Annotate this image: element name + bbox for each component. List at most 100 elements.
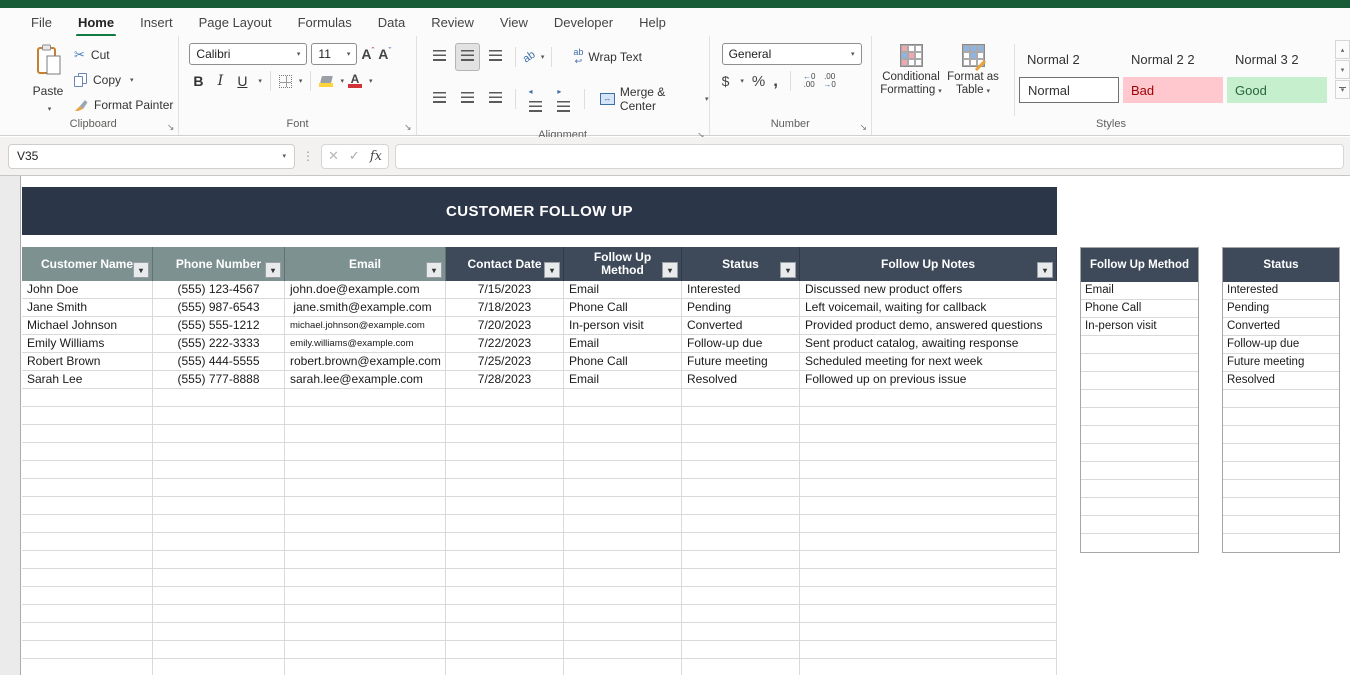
insert-function-button[interactable]: fx bbox=[370, 149, 382, 164]
font-dialog-launcher[interactable]: ↘ bbox=[404, 123, 412, 132]
cell[interactable]: In-person visit bbox=[564, 317, 682, 335]
lookup-method-header[interactable]: Follow Up Method bbox=[1081, 248, 1198, 282]
cell[interactable]: Followed up on previous issue bbox=[800, 371, 1057, 389]
cell[interactable]: (555) 555-1212 bbox=[153, 317, 285, 335]
lookup-row[interactable]: Resolved bbox=[1223, 372, 1339, 390]
increase-decimal-button[interactable]: ←0.00 bbox=[803, 73, 815, 89]
lookup-row[interactable]: Converted bbox=[1223, 318, 1339, 336]
lookup-row[interactable] bbox=[1223, 444, 1339, 462]
number-format-select[interactable]: General ▾ bbox=[721, 43, 862, 65]
cell[interactable]: (555) 777-8888 bbox=[153, 371, 285, 389]
lookup-row[interactable]: Interested bbox=[1223, 282, 1339, 300]
underline-button[interactable]: U bbox=[233, 73, 251, 89]
percent-button[interactable]: % bbox=[752, 73, 765, 90]
font-size-select[interactable]: 11 ▾ bbox=[311, 43, 358, 65]
tab-review[interactable]: Review bbox=[420, 10, 485, 35]
cell[interactable]: Michael Johnson bbox=[22, 317, 153, 335]
paste-button[interactable]: Paste ▾ bbox=[24, 44, 72, 116]
cell[interactable]: Sent product catalog, awaiting response bbox=[800, 335, 1057, 353]
cell[interactable]: Robert Brown bbox=[22, 353, 153, 371]
lookup-row[interactable] bbox=[1081, 354, 1198, 372]
header-phone-number[interactable]: Phone Number ▾ bbox=[153, 247, 285, 281]
currency-button[interactable]: $ bbox=[722, 73, 730, 89]
lookup-row[interactable] bbox=[1081, 426, 1198, 444]
decrease-decimal-button[interactable]: .00 →0 bbox=[823, 73, 835, 89]
sheet-title[interactable]: CUSTOMER FOLLOW UP bbox=[22, 187, 1057, 235]
tab-data[interactable]: Data bbox=[367, 10, 416, 35]
cell[interactable]: emily.williams@example.com bbox=[285, 335, 446, 353]
align-middle-button[interactable] bbox=[454, 43, 480, 71]
header-follow-up-method[interactable]: Follow Up Method ▾ bbox=[564, 247, 682, 281]
gallery-scroll-up-button[interactable]: ▴ bbox=[1335, 40, 1350, 59]
lookup-row[interactable] bbox=[1081, 390, 1198, 408]
tab-help[interactable]: Help bbox=[628, 10, 677, 35]
tab-page-layout[interactable]: Page Layout bbox=[188, 10, 283, 35]
orientation-icon[interactable]: ab bbox=[520, 49, 537, 66]
decrease-font-button[interactable]: Aˇ bbox=[378, 46, 391, 62]
clipboard-dialog-launcher[interactable]: ↘ bbox=[167, 123, 175, 132]
cell[interactable]: Future meeting bbox=[682, 353, 800, 371]
style-good[interactable]: Good bbox=[1227, 77, 1327, 103]
tab-file[interactable]: File bbox=[20, 10, 63, 35]
align-center-button[interactable] bbox=[455, 85, 480, 113]
style-normal-2-2[interactable]: Normal 2 2 bbox=[1123, 46, 1223, 72]
cell[interactable]: Phone Call bbox=[564, 353, 682, 371]
align-left-button[interactable] bbox=[427, 85, 452, 113]
cell[interactable]: (555) 222-3333 bbox=[153, 335, 285, 353]
font-color-button[interactable]: A bbox=[347, 73, 362, 88]
filter-icon[interactable]: ▾ bbox=[265, 262, 281, 278]
cell[interactable]: 7/15/2023 bbox=[446, 281, 564, 299]
merge-center-button[interactable]: ↔ Merge & Center ▾ bbox=[600, 85, 709, 113]
tab-insert[interactable]: Insert bbox=[129, 10, 184, 35]
header-contact-date[interactable]: Contact Date ▾ bbox=[446, 247, 564, 281]
font-color-caret-icon[interactable]: ▾ bbox=[369, 77, 373, 85]
lookup-row[interactable] bbox=[1223, 462, 1339, 480]
lookup-row[interactable]: Future meeting bbox=[1223, 354, 1339, 372]
cell[interactable]: 7/22/2023 bbox=[446, 335, 564, 353]
cell[interactable]: Email bbox=[564, 281, 682, 299]
lookup-row[interactable] bbox=[1223, 390, 1339, 408]
enter-button[interactable]: ✓ bbox=[349, 148, 360, 164]
font-name-select[interactable]: Calibri ▾ bbox=[189, 43, 308, 65]
lookup-row[interactable]: In-person visit bbox=[1081, 318, 1198, 336]
decrease-indent-button[interactable]: ◂ bbox=[523, 76, 549, 122]
filter-icon[interactable]: ▾ bbox=[544, 262, 560, 278]
lookup-row[interactable] bbox=[1223, 516, 1339, 534]
gallery-expand-button[interactable]: ▾ bbox=[1335, 80, 1350, 99]
lookup-row[interactable] bbox=[1081, 480, 1198, 498]
bold-button[interactable]: B bbox=[189, 73, 207, 89]
lookup-row[interactable] bbox=[1081, 534, 1198, 552]
formula-input[interactable] bbox=[394, 143, 1344, 169]
cell[interactable]: Interested bbox=[682, 281, 800, 299]
cell[interactable]: John Doe bbox=[22, 281, 153, 299]
cell[interactable]: Follow-up due bbox=[682, 335, 800, 353]
format-as-table-button[interactable]: Format as Table ▾ bbox=[942, 40, 1004, 116]
lookup-row[interactable]: Email bbox=[1081, 282, 1198, 300]
align-right-button[interactable] bbox=[483, 85, 508, 113]
underline-caret-icon[interactable]: ▾ bbox=[258, 77, 262, 85]
lookup-row[interactable]: Phone Call bbox=[1081, 300, 1198, 318]
copy-button[interactable]: Copy ▾ bbox=[74, 67, 173, 92]
header-status[interactable]: Status ▾ bbox=[682, 247, 800, 281]
cell[interactable]: Sarah Lee bbox=[22, 371, 153, 389]
wrap-text-button[interactable]: ab ↩ Wrap Text bbox=[573, 48, 642, 66]
cell[interactable]: Provided product demo, answered question… bbox=[800, 317, 1057, 335]
cell[interactable]: Left voicemail, waiting for callback bbox=[800, 299, 1057, 317]
style-normal-2[interactable]: Normal 2 bbox=[1019, 46, 1119, 72]
cell[interactable]: (555) 987-6543 bbox=[153, 299, 285, 317]
comma-style-button[interactable]: , bbox=[773, 71, 778, 91]
fill-color-caret-icon[interactable]: ▾ bbox=[340, 77, 344, 85]
empty-grid-rows[interactable] bbox=[22, 389, 1057, 675]
cell[interactable]: 7/28/2023 bbox=[446, 371, 564, 389]
lookup-row[interactable] bbox=[1081, 498, 1198, 516]
filter-icon[interactable]: ▾ bbox=[662, 262, 678, 278]
lookup-row[interactable] bbox=[1223, 408, 1339, 426]
lookup-row[interactable] bbox=[1081, 408, 1198, 426]
name-box[interactable]: V35 ▾ bbox=[8, 143, 295, 169]
header-follow-up-notes[interactable]: Follow Up Notes ▾ bbox=[800, 247, 1057, 281]
cell[interactable]: robert.brown@example.com bbox=[285, 353, 446, 371]
cell[interactable]: Jane Smith bbox=[22, 299, 153, 317]
lookup-row[interactable] bbox=[1081, 372, 1198, 390]
cancel-button[interactable]: ✕ bbox=[328, 148, 339, 164]
header-customer-name[interactable]: Customer Name ▾ bbox=[22, 247, 153, 281]
